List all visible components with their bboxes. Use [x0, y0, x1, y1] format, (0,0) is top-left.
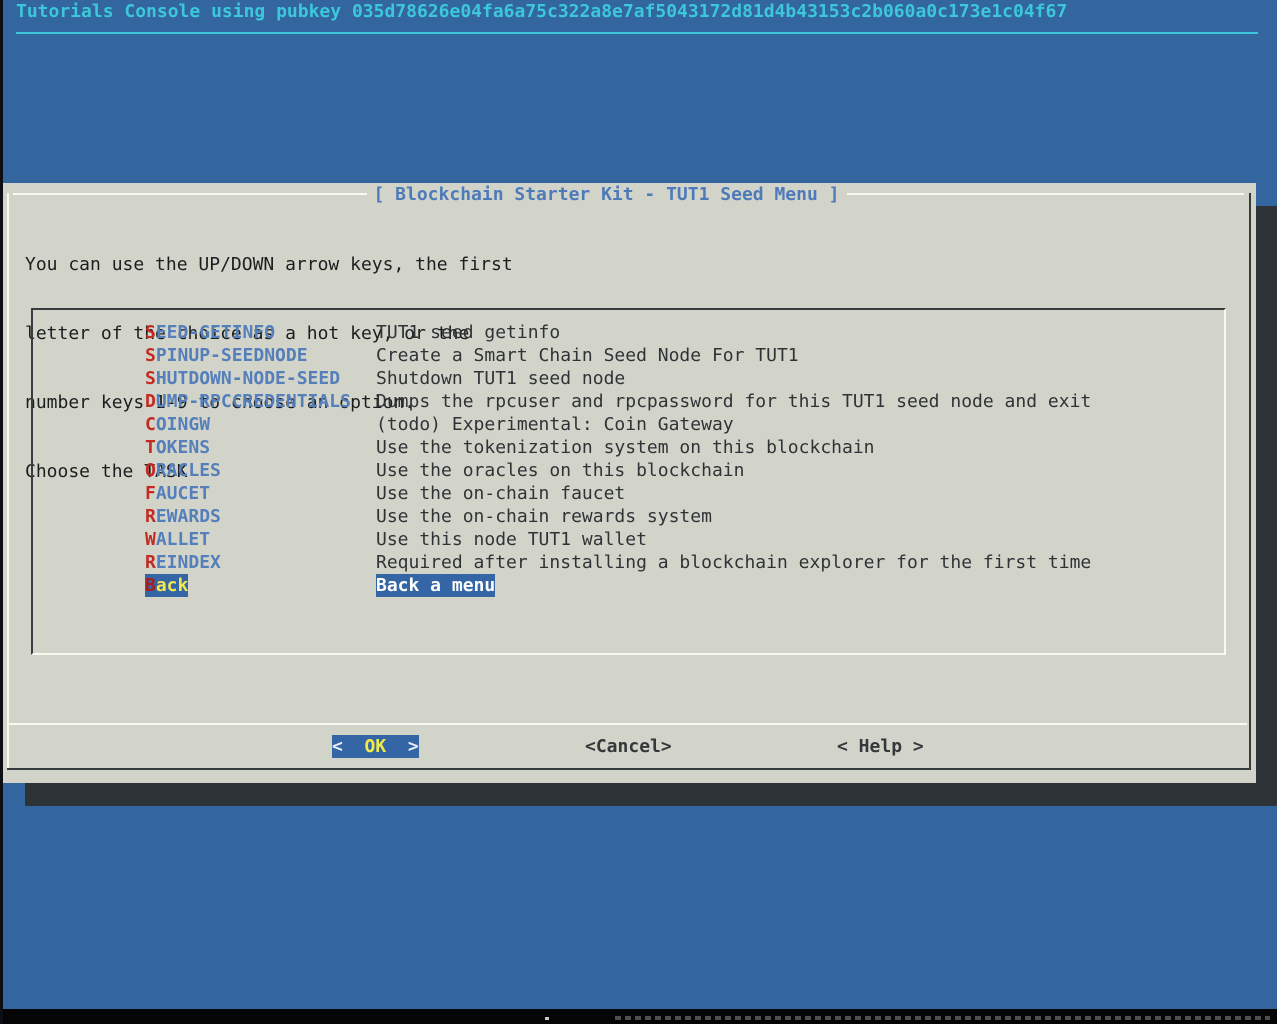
menu-item-faucet[interactable]: FAUCET Use the on-chain faucet: [3, 482, 1256, 505]
menu-item-tag: REWARDS: [145, 505, 221, 528]
tag-rest: OKENS: [156, 437, 210, 458]
menu-item-description: Dumps the rpcuser and rpcpassword for th…: [376, 390, 1091, 413]
button-text: >: [913, 736, 924, 757]
dialog-border-bottom: [7, 768, 1251, 770]
screen-left-edge: [0, 0, 3, 1024]
menu-item-rewards[interactable]: REWARDS Use the on-chain rewards system: [3, 505, 1256, 528]
hotkey-letter: D: [145, 391, 156, 412]
menu-item-description: TUT1 seed getinfo: [376, 321, 560, 344]
button-text: <: [332, 736, 343, 757]
menu-item-description: (todo) Experimental: Coin Gateway: [376, 413, 734, 436]
hotkey-letter: R: [145, 552, 156, 573]
backtitle: Tutorials Console using pubkey 035d78626…: [16, 1, 1067, 23]
menu-item-tag: DUMP-RPCCREDENTIALS: [145, 390, 351, 413]
menu-item-coingw[interactable]: COINGW (todo) Experimental: Coin Gateway: [3, 413, 1256, 436]
menu-item-tag: REINDEX: [145, 551, 221, 574]
menu-item-tag: SEED-GETINFO: [145, 321, 275, 344]
menu-item-tag: FAUCET: [145, 482, 210, 505]
hotkey-letter: C: [145, 414, 156, 435]
hotkey-letter: S: [145, 322, 156, 343]
seed-menu-dialog: [ Blockchain Starter Kit - TUT1 Seed Men…: [3, 183, 1256, 783]
menu-item-reindex[interactable]: REINDEX Required after installing a block…: [3, 551, 1256, 574]
hotkey-letter: T: [145, 437, 156, 458]
tag-rest: OINGW: [156, 414, 210, 435]
button-text: Cancel: [596, 736, 661, 757]
menu-item-tag: WALLET: [145, 528, 210, 551]
tag-rest: UMP-RPCCREDENTIALS: [156, 391, 351, 412]
help-button[interactable]: < Help >: [837, 735, 924, 758]
hotkey-letter: B: [145, 575, 156, 596]
menu-item-oracles[interactable]: ORACLES Use the oracles on this blockchai…: [3, 459, 1256, 482]
menu-item-description: Shutdown TUT1 seed node: [376, 367, 625, 390]
button-text: >: [661, 736, 672, 757]
tag-rest: ack: [156, 575, 189, 596]
bottom-bar-mark: [545, 1017, 549, 1020]
backtitle-divider: [16, 32, 1258, 34]
hotkey-letter: F: [145, 483, 156, 504]
menu-item-seed-getinfo[interactable]: SEED-GETINFO TUT1 seed getinfo: [3, 321, 1256, 344]
menu-item-tag: TOKENS: [145, 436, 210, 459]
dialog-shadow-bottom: [25, 783, 1277, 806]
button-text: <: [837, 736, 848, 757]
menu-item-shutdown-node-seed[interactable]: SHUTDOWN-NODE-SEED Shutdown TUT1 seed nod…: [3, 367, 1256, 390]
menu-item-dump-rpccredentials[interactable]: DUMP-RPCCREDENTIALS Dumps the rpcuser and…: [3, 390, 1256, 413]
button-text: OK: [343, 736, 408, 757]
menu-item-tag: SPINUP-SEEDNODE: [145, 344, 308, 367]
menu-item-tokens[interactable]: TOKENS Use the tokenization system on thi…: [3, 436, 1256, 459]
tag-rest: HUTDOWN-NODE-SEED: [156, 368, 340, 389]
menu-item-description: Use this node TUT1 wallet: [376, 528, 647, 551]
tag-rest: ALLET: [156, 529, 210, 550]
menu-item-description: Required after installing a blockchain e…: [376, 551, 1091, 574]
menu-item-description: Use the tokenization system on this bloc…: [376, 436, 875, 459]
menu-item-description: Use the oracles on this blockchain: [376, 459, 744, 482]
menu-item-tag: ORACLES: [145, 459, 221, 482]
bottom-bar-text-marks: [615, 1016, 1270, 1020]
menu-item-spinup-seednode[interactable]: SPINUP-SEEDNODE Create a Smart Chain Seed…: [3, 344, 1256, 367]
dialog-title-row: [ Blockchain Starter Kit - TUT1 Seed Men…: [3, 183, 1256, 206]
menu-item-tag: SHUTDOWN-NODE-SEED: [145, 367, 340, 390]
tag-rest: AUCET: [156, 483, 210, 504]
menu-item-wallet[interactable]: WALLET Use this node TUT1 wallet: [3, 528, 1256, 551]
button-text: Help: [848, 736, 913, 757]
menu-item-description: Create a Smart Chain Seed Node For TUT1: [376, 344, 799, 367]
tag-rest: EWARDS: [156, 506, 221, 527]
button-text: <: [585, 736, 596, 757]
hotkey-letter: R: [145, 506, 156, 527]
button-text: >: [408, 736, 419, 757]
tag-rest: EED-GETINFO: [156, 322, 275, 343]
menu-item-back[interactable]: Back Back a menu: [3, 574, 1256, 597]
menu-item-tag: Back: [145, 574, 188, 597]
tag-rest: RACLES: [156, 460, 221, 481]
instruction-line: You can use the UP/DOWN arrow keys, the …: [25, 253, 513, 276]
button-separator-line: [7, 723, 1247, 725]
menu-item-tag: COINGW: [145, 413, 210, 436]
menu-item-description: Back a menu: [376, 574, 495, 597]
ok-button[interactable]: < OK >: [332, 735, 419, 758]
menu-item-description: Use the on-chain faucet: [376, 482, 625, 505]
hotkey-letter: S: [145, 368, 156, 389]
menu-item-description: Use the on-chain rewards system: [376, 505, 712, 528]
dialog-title: [ Blockchain Starter Kit - TUT1 Seed Men…: [367, 183, 847, 206]
hotkey-letter: S: [145, 345, 156, 366]
button-row: < OK ><Cancel>< Help >: [3, 735, 1256, 758]
tag-rest: EINDEX: [156, 552, 221, 573]
tag-rest: PINUP-SEEDNODE: [156, 345, 308, 366]
cancel-button[interactable]: <Cancel>: [585, 735, 672, 758]
bottom-status-bar: [0, 1009, 1277, 1024]
dialog-shadow-right: [1256, 206, 1277, 806]
hotkey-letter: O: [145, 460, 156, 481]
hotkey-letter: W: [145, 529, 156, 550]
